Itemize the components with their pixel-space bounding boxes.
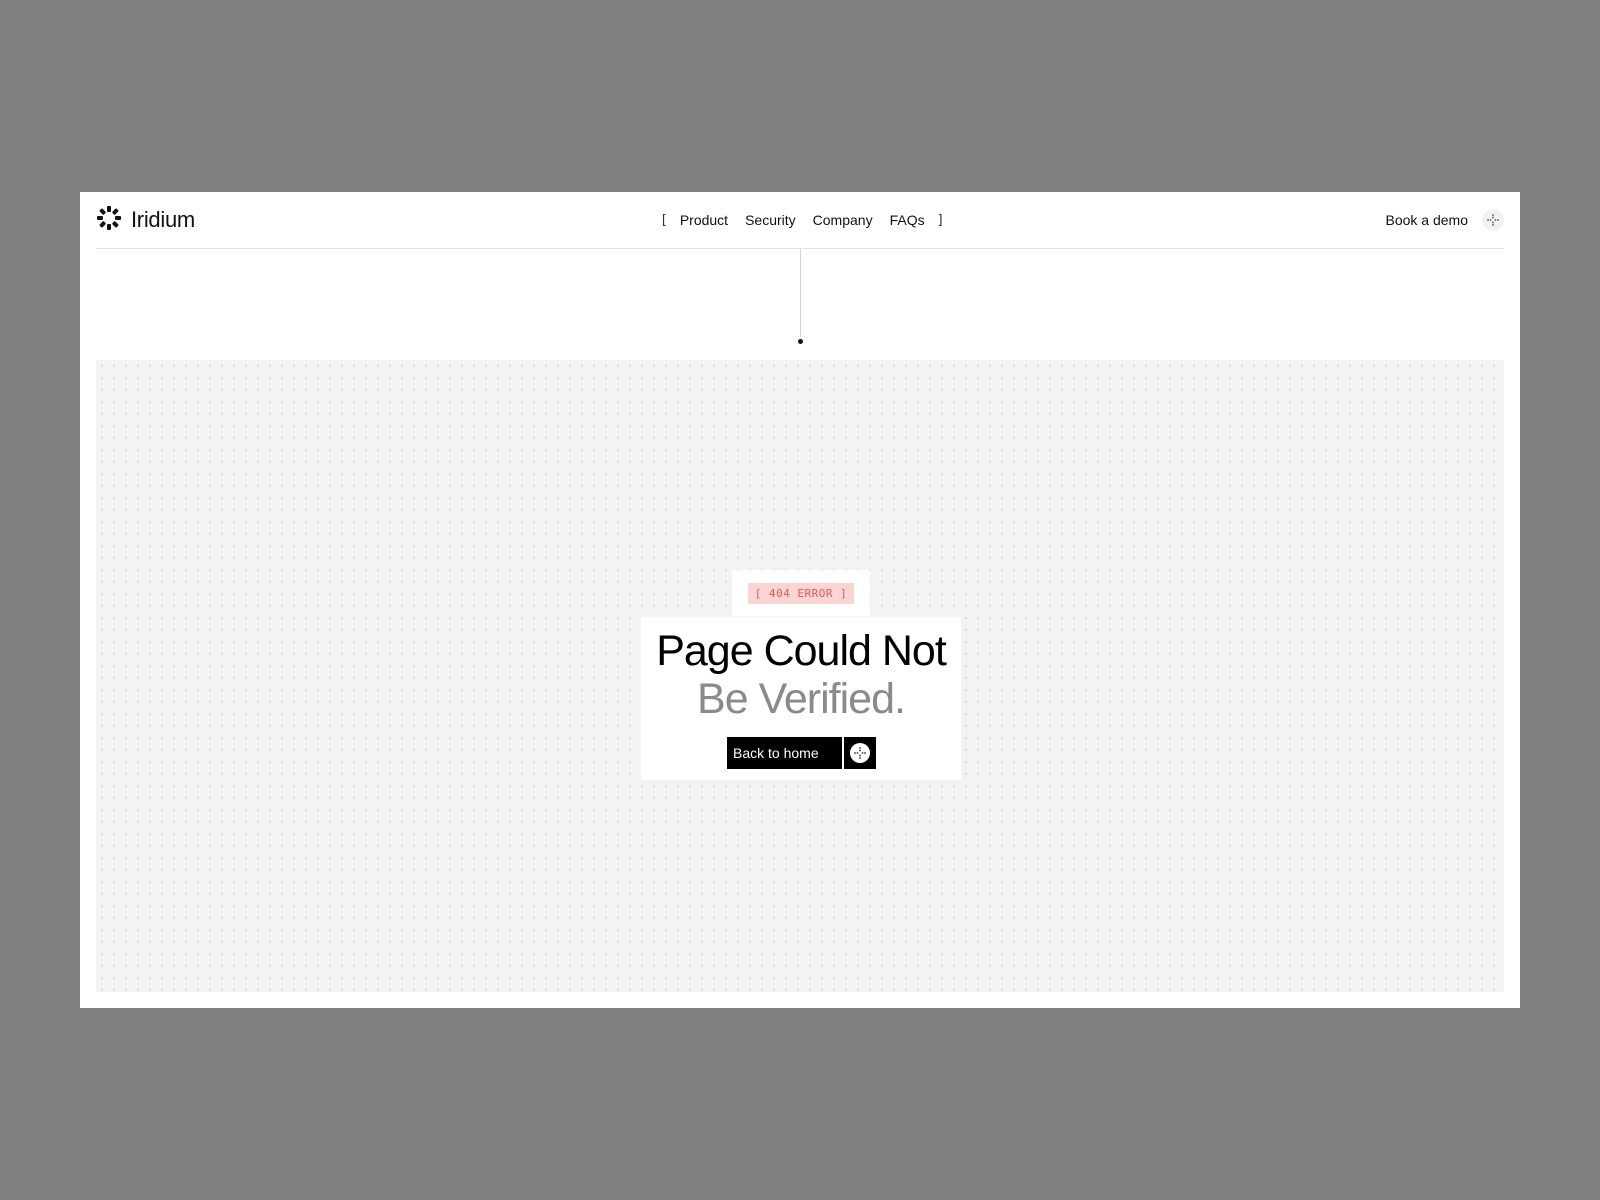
crosshair-icon bbox=[850, 743, 870, 763]
page-title: Page Could Not Be Verified. bbox=[641, 617, 961, 723]
back-to-home-label: Back to home bbox=[727, 737, 842, 769]
button-icon-box bbox=[844, 737, 876, 769]
error-badge-container: [ 404 ERROR ] bbox=[732, 570, 870, 616]
title-line-primary: Page Could Not bbox=[656, 627, 947, 675]
error-badge: [ 404 ERROR ] bbox=[747, 582, 855, 604]
divider-dot bbox=[798, 339, 803, 344]
nav-item-company[interactable]: Company bbox=[813, 212, 873, 228]
browser-window: Iridium [ Product Security Company FAQs … bbox=[80, 192, 1520, 1008]
error-card: Page Could Not Be Verified. Back to home bbox=[641, 617, 961, 780]
book-demo-label: Book a demo bbox=[1385, 212, 1469, 228]
title-line-secondary: Be Verified. bbox=[697, 675, 906, 723]
nav-item-product[interactable]: Product bbox=[680, 212, 728, 228]
iridium-logo-icon bbox=[96, 205, 122, 236]
nav-item-security[interactable]: Security bbox=[745, 212, 796, 228]
nav-bracket-open: [ bbox=[660, 212, 668, 228]
nav-item-faqs[interactable]: FAQs bbox=[890, 212, 925, 228]
site-header: Iridium [ Product Security Company FAQs … bbox=[96, 192, 1504, 249]
nav-bracket-close: ] bbox=[936, 212, 945, 228]
brand-logo-link[interactable]: Iridium bbox=[96, 205, 195, 236]
back-to-home-button[interactable]: Back to home bbox=[727, 737, 876, 769]
crosshair-icon bbox=[1482, 209, 1504, 231]
brand-name: Iridium bbox=[131, 207, 195, 232]
main-nav: [ Product Security Company FAQs ] bbox=[660, 210, 944, 230]
divider-line bbox=[800, 249, 801, 337]
error-section: [ 404 ERROR ] Page Could Not Be Verified… bbox=[96, 360, 1504, 992]
book-demo-button[interactable]: Book a demo bbox=[1385, 208, 1504, 232]
